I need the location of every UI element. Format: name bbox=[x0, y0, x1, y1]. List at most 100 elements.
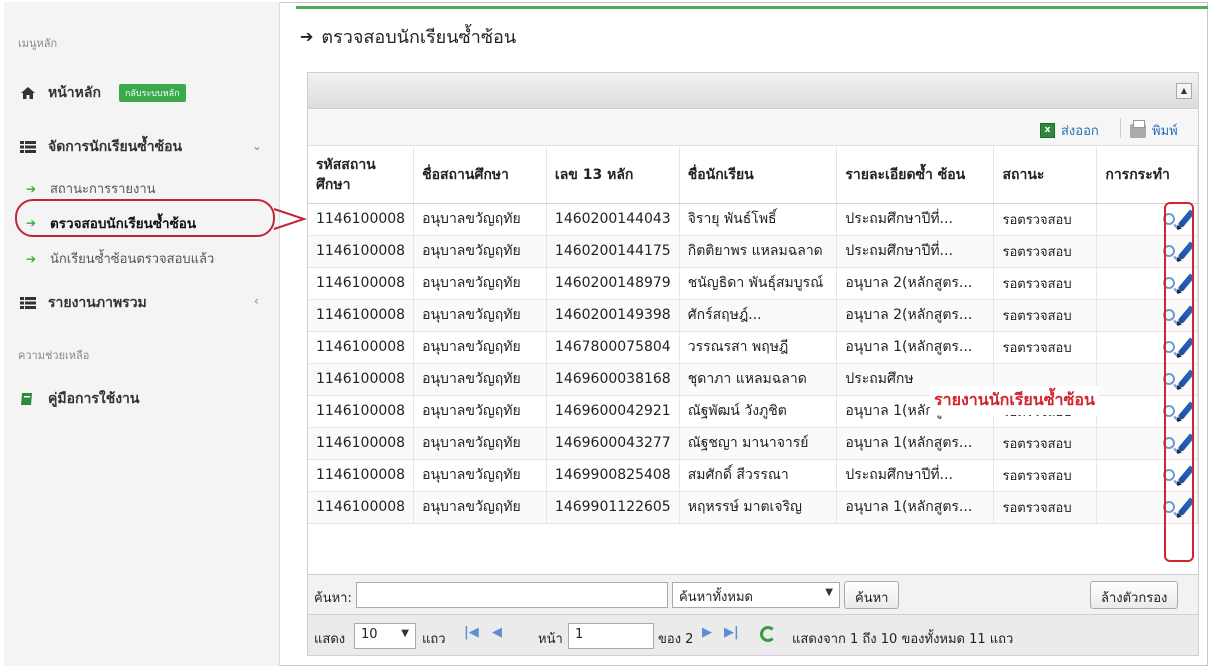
col-header-actions[interactable]: การกระทำ bbox=[1096, 147, 1198, 204]
cell-school-name: อนุบาลขวัญฤทัย bbox=[413, 331, 547, 364]
search-bar: ค้นหา: ค้นหาทั้งหมด ▼ ค้นหา ล้างตัวกรอง bbox=[308, 574, 1198, 614]
cell-school-name: อนุบาลขวัญฤทัย bbox=[413, 363, 547, 396]
cell-school-code: 1146100008 bbox=[308, 235, 415, 268]
duplicate-students-table: รหัสสถาน ศึกษา ชื่อสถานศึกษา เลข 13 หลัก… bbox=[308, 147, 1198, 524]
sidebar-item-report-label: รายงานภาพรวม bbox=[48, 295, 147, 311]
sign-in-icon: ➔ bbox=[300, 27, 314, 46]
cell-student-name: วรรณรสา พฤษฎี bbox=[679, 331, 838, 364]
annotation-label: รายงานนักเรียนซ้ำซ้อน bbox=[930, 386, 1099, 415]
page-number-input[interactable]: 1 bbox=[568, 623, 654, 649]
cell-school-name: อนุบาลขวัญฤทัย bbox=[413, 267, 547, 300]
excel-icon: x bbox=[1040, 123, 1055, 138]
cell-student-name: ณัฐพัฒน์ วังภูชิต bbox=[679, 395, 838, 428]
cell-duplicate-detail: อนุบาล 1(หลักสูตร... bbox=[836, 331, 995, 364]
clear-filter-button[interactable]: ล้างตัวกรอง bbox=[1090, 581, 1179, 609]
first-page-icon[interactable]: |◀ bbox=[464, 625, 479, 640]
sign-in-icon: ➔ bbox=[26, 181, 37, 196]
col-header-status[interactable]: สถานะ bbox=[993, 147, 1098, 204]
cell-student-name: จิรายุ พันธ์โพธิ์ bbox=[679, 203, 838, 236]
cell-school-name: อนุบาลขวัญฤทัย bbox=[413, 459, 547, 492]
cell-student-name: กิตติยาพร แหลมฉลาด bbox=[679, 235, 838, 268]
table-row: 1146100008 อนุบาลขวัญฤทัย 1460200149398 ศัก… bbox=[308, 299, 1198, 332]
cell-status: รอตรวจสอบ bbox=[993, 491, 1098, 524]
page-title-text: ตรวจสอบนักเรียนซ้ำซ้อน bbox=[321, 27, 517, 48]
sidebar-main-header: เมนูหลัก bbox=[18, 37, 58, 50]
refresh-icon[interactable] bbox=[760, 626, 776, 642]
search-input[interactable] bbox=[356, 582, 668, 608]
cell-school-code: 1146100008 bbox=[308, 427, 415, 460]
cell-duplicate-detail: อนุบาล 1(หลักสูตร... bbox=[836, 491, 995, 524]
of-pages-label: ของ 2 bbox=[658, 632, 694, 647]
search-scope-select[interactable]: ค้นหาทั้งหมด ▼ bbox=[672, 582, 840, 608]
search-button[interactable]: ค้นหา bbox=[844, 581, 900, 609]
col-header-school-code[interactable]: รหัสสถาน ศึกษา bbox=[308, 147, 415, 204]
grid-panel: ▲ x ส่งออก พิมพ์ รหัสสถาน ศึกษา ชื่อสถาน… bbox=[307, 72, 1199, 656]
cell-school-code: 1146100008 bbox=[308, 267, 415, 300]
cell-status: รอตรวจสอบ bbox=[993, 299, 1098, 332]
back-to-main-badge[interactable]: กลับระบบหลัก bbox=[118, 84, 186, 102]
cell-school-code: 1146100008 bbox=[308, 299, 415, 332]
cell-id13: 1469600042921 bbox=[546, 395, 680, 428]
col-header-student-name[interactable]: ชื่อนักเรียน bbox=[679, 147, 838, 204]
prev-page-icon[interactable]: ◀ bbox=[492, 625, 502, 640]
col-header-school-name[interactable]: ชื่อสถานศึกษา bbox=[413, 147, 547, 204]
print-label: พิมพ์ bbox=[1152, 124, 1178, 139]
chevron-down-icon[interactable]: ⌄ bbox=[252, 139, 262, 153]
col-header-id13[interactable]: เลข 13 หลัก bbox=[546, 147, 680, 204]
chevron-left-icon[interactable]: ‹ bbox=[254, 294, 259, 308]
cell-school-code: 1146100008 bbox=[308, 459, 415, 492]
cell-school-name: อนุบาลขวัญฤทัย bbox=[413, 299, 547, 332]
sidebar-subitem-checked[interactable]: ➔ นักเรียนซ้ำซ้อนตรวจสอบแล้ว bbox=[26, 248, 214, 269]
col-header-duplicate-detail[interactable]: รายละเอียดซ้ำ ซ้อน bbox=[836, 147, 995, 204]
cell-status: รอตรวจสอบ bbox=[993, 267, 1098, 300]
chevron-down-icon: ▼ bbox=[401, 628, 409, 639]
sidebar-item-manage[interactable]: จัดการนักเรียนซ้ำซ้อน bbox=[20, 136, 182, 158]
grid-caption-bar: ▲ bbox=[308, 73, 1198, 109]
cell-duplicate-detail: อนุบาล 1(หลักสูตร... bbox=[836, 427, 995, 460]
next-page-icon[interactable]: ▶ bbox=[702, 625, 712, 640]
cell-id13: 1460200148979 bbox=[546, 267, 680, 300]
cell-student-name: หฤหรรษ์ มาตเจริญ bbox=[679, 491, 838, 524]
print-button[interactable]: พิมพ์ bbox=[1130, 119, 1178, 141]
toolbar-divider bbox=[1120, 118, 1121, 138]
table-row: 1146100008 อนุบาลขวัญฤทัย 1467800075804 วรร… bbox=[308, 331, 1198, 364]
cell-status: รอตรวจสอบ bbox=[993, 427, 1098, 460]
cell-school-name: อนุบาลขวัญฤทัย bbox=[413, 427, 547, 460]
cell-id13: 1467800075804 bbox=[546, 331, 680, 364]
cell-id13: 1469600043277 bbox=[546, 427, 680, 460]
cell-id13: 1460200149398 bbox=[546, 299, 680, 332]
cell-student-name: สมศักดิ์ สีวรรณา bbox=[679, 459, 838, 492]
printer-icon bbox=[1130, 119, 1146, 138]
page-size-select[interactable]: 10 ▼ bbox=[354, 623, 416, 649]
list-icon bbox=[20, 140, 40, 154]
cell-id13: 1469900825408 bbox=[546, 459, 680, 492]
sidebar-item-manual[interactable]: คู่มือการใช้งาน bbox=[20, 388, 139, 410]
sign-in-icon: ➔ bbox=[26, 251, 37, 266]
cell-student-name: ศักร์สฤษฎ์... bbox=[679, 299, 838, 332]
book-icon bbox=[20, 392, 40, 406]
last-page-icon[interactable]: ▶| bbox=[724, 625, 739, 640]
cell-school-code: 1146100008 bbox=[308, 331, 415, 364]
highlight-oval bbox=[15, 199, 275, 237]
sidebar-item-home-label: หน้าหลัก bbox=[48, 85, 101, 101]
list-icon bbox=[20, 296, 40, 310]
cell-id13: 1469901122605 bbox=[546, 491, 680, 524]
sidebar-item-home[interactable]: หน้าหลัก กลับระบบหลัก bbox=[20, 82, 186, 104]
sidebar-item-report[interactable]: รายงานภาพรวม bbox=[20, 292, 147, 314]
cell-id13: 1469600038168 bbox=[546, 363, 680, 396]
sidebar: เมนูหลัก หน้าหลัก กลับระบบหลัก จัดการนัก… bbox=[4, 2, 280, 666]
cell-student-name: ชุดาภา แหลมฉลาด bbox=[679, 363, 838, 396]
cell-duplicate-detail: อนุบาล 2(หลักสูตร... bbox=[836, 267, 995, 300]
cell-student-name: ชนัญธิดา พันธุ์สมบูรณ์ bbox=[679, 267, 838, 300]
cell-school-code: 1146100008 bbox=[308, 491, 415, 524]
pager-summary: แสดงจาก 1 ถึง 10 ของทั้งหมด 11 แถว bbox=[792, 632, 1014, 647]
table-row: 1146100008 อนุบาลขวัญฤทัย 1469901122605 หฤห… bbox=[308, 491, 1198, 524]
home-icon bbox=[20, 86, 40, 100]
cell-school-code: 1146100008 bbox=[308, 203, 415, 236]
export-button[interactable]: x ส่งออก bbox=[1040, 120, 1099, 141]
sidebar-subitem-status[interactable]: ➔ สถานะการรายงาน bbox=[26, 178, 156, 199]
collapse-up-icon[interactable]: ▲ bbox=[1176, 83, 1192, 99]
search-label: ค้นหา: bbox=[314, 591, 352, 606]
cell-duplicate-detail: ประถมศึกษาปีที่... bbox=[836, 235, 995, 268]
table-row: 1146100008 อนุบาลขวัญฤทัย 1460200144175 กิต… bbox=[308, 235, 1198, 268]
